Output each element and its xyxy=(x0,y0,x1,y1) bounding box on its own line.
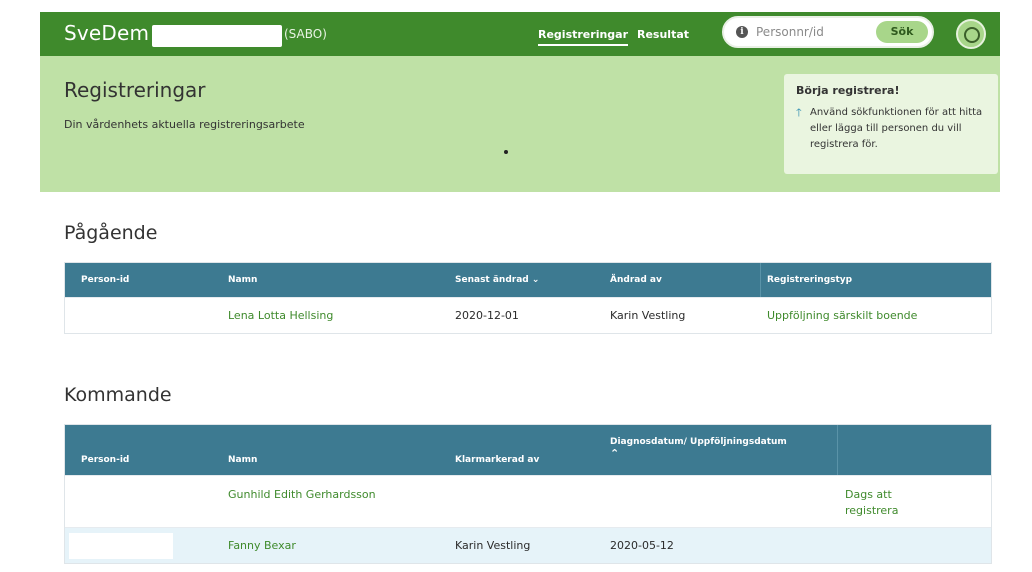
info-icon[interactable]: i xyxy=(736,26,748,38)
col-diagnosis-followup-date[interactable]: Diagnosdatum/ Uppföljningsdatum ⌃ xyxy=(610,437,830,460)
col-marked-by[interactable]: Klarmarkerad av xyxy=(455,455,539,465)
person-id-redacted xyxy=(69,533,173,559)
table-row[interactable]: Lena Lotta Hellsing 2020-12-01 Karin Ves… xyxy=(65,297,991,333)
upcoming-table: Person-id Namn Klarmarkerad av Diagnosda… xyxy=(64,424,992,564)
table-row[interactable]: Fanny Bexar Karin Vestling 2020-05-12 xyxy=(65,527,991,563)
person-name-link[interactable]: Gunhild Edith Gerhardsson xyxy=(228,488,376,501)
start-hint-box: Börja registrera! 🡑 Använd sökfunktionen… xyxy=(784,74,998,174)
col-name[interactable]: Namn xyxy=(228,275,257,285)
col-last-changed-label: Senast ändrad xyxy=(455,275,529,285)
brand-logo[interactable]: SveDem xyxy=(64,21,149,45)
table-header: Person-id Namn Klarmarkerad av Diagnosda… xyxy=(65,425,991,475)
hint-text: Använd sökfunktionen för att hitta eller… xyxy=(810,107,983,150)
col-name[interactable]: Namn xyxy=(228,455,257,465)
hero-banner: Registreringar Din vårdenhets aktuella r… xyxy=(40,56,1000,192)
col-last-changed[interactable]: Senast ändrad ⌄ xyxy=(455,275,539,285)
top-bar: SveDem (SABO) Registreringar Resultat i … xyxy=(40,12,1000,56)
person-id-redacted xyxy=(81,309,161,323)
arrow-up-icon: 🡑 xyxy=(796,106,802,119)
user-avatar-icon[interactable] xyxy=(956,19,986,49)
stray-dot xyxy=(504,150,508,154)
col-person-id[interactable]: Person-id xyxy=(81,455,129,465)
registration-type-link[interactable]: Uppföljning särskilt boende xyxy=(767,309,917,322)
nav-resultat[interactable]: Resultat xyxy=(637,28,689,41)
table-row[interactable]: Gunhild Edith Gerhardsson Dags att regis… xyxy=(65,475,991,527)
section-title-upcoming: Kommande xyxy=(64,384,172,406)
person-name-link[interactable]: Fanny Bexar xyxy=(228,539,296,552)
chevron-down-icon: ⌄ xyxy=(531,275,540,285)
nav-registreringar[interactable]: Registreringar xyxy=(538,28,629,46)
register-now-link[interactable]: Dags att registrera xyxy=(845,487,915,519)
diagnosis-date: 2020-05-12 xyxy=(610,539,674,552)
page-title: Registreringar xyxy=(64,78,206,102)
col-date-label: Diagnosdatum/ Uppföljningsdatum xyxy=(610,437,787,447)
col-changed-by[interactable]: Ändrad av xyxy=(610,275,662,285)
search-input[interactable] xyxy=(756,22,866,42)
ongoing-table: Person-id Namn Senast ändrad ⌄ Ändrad av… xyxy=(64,262,992,334)
page-subtitle: Din vårdenhets aktuella registreringsarb… xyxy=(64,118,305,131)
column-divider xyxy=(760,263,761,297)
chevron-up-icon: ⌃ xyxy=(610,447,620,460)
search-box: i Sök xyxy=(722,16,934,48)
col-person-id[interactable]: Person-id xyxy=(81,275,129,285)
person-name-link[interactable]: Lena Lotta Hellsing xyxy=(228,309,333,322)
unit-code: (SABO) xyxy=(284,27,327,41)
section-title-ongoing: Pågående xyxy=(64,222,158,244)
marked-by: Karin Vestling xyxy=(455,539,531,552)
last-changed-date: 2020-12-01 xyxy=(455,309,519,322)
redacted-unit-name xyxy=(152,25,282,47)
search-button[interactable]: Sök xyxy=(876,21,928,43)
col-registration-type[interactable]: Registreringstyp xyxy=(767,275,852,285)
table-header: Person-id Namn Senast ändrad ⌄ Ändrad av… xyxy=(65,263,991,297)
person-id-redacted xyxy=(81,490,141,504)
changed-by: Karin Vestling xyxy=(610,309,686,322)
column-divider xyxy=(837,425,838,475)
hint-title: Börja registrera! xyxy=(796,84,900,97)
